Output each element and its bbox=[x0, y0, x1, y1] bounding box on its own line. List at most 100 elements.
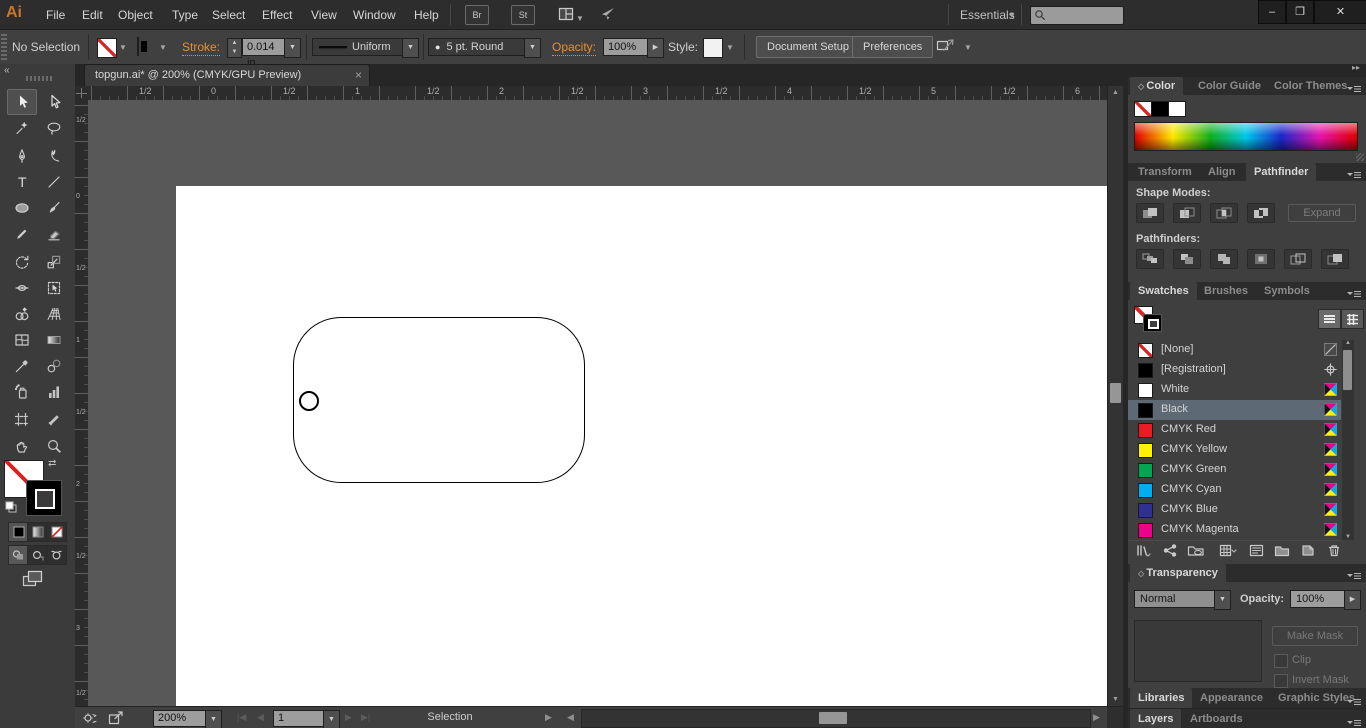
intersect-button[interactable] bbox=[1210, 203, 1238, 223]
invert-mask-checkbox[interactable] bbox=[1274, 674, 1288, 688]
toolbar-grip[interactable] bbox=[26, 76, 52, 81]
pencil-tool[interactable] bbox=[8, 222, 36, 246]
default-fill-stroke-icon[interactable] bbox=[5, 500, 17, 518]
bridge-button[interactable]: Br bbox=[465, 5, 489, 25]
panel-menu-icon[interactable] bbox=[1346, 715, 1362, 728]
blend-mode-dropdown[interactable]: Normal bbox=[1134, 590, 1218, 608]
swatch-row-cmyk-yellow[interactable]: CMYK Yellow bbox=[1128, 440, 1341, 461]
scroll-up-icon[interactable]: ▲ bbox=[1108, 86, 1123, 99]
stroke-weight-label[interactable]: Stroke: bbox=[182, 40, 220, 56]
close-button[interactable]: ✕ bbox=[1314, 0, 1366, 24]
rotate-tool[interactable] bbox=[8, 250, 36, 274]
gpu-performance-icon[interactable] bbox=[79, 709, 101, 726]
process-color-icon[interactable] bbox=[1324, 423, 1337, 441]
symbol-sprayer-tool[interactable] bbox=[8, 380, 36, 404]
selection-tool[interactable] bbox=[7, 89, 37, 115]
brush-caret[interactable]: ▼ bbox=[524, 38, 541, 58]
zoom-level-field[interactable]: 200% bbox=[153, 710, 207, 727]
swatch-row-black[interactable]: Black bbox=[1128, 400, 1341, 421]
menu-edit[interactable]: Edit bbox=[82, 8, 103, 22]
eraser-tool[interactable] bbox=[40, 222, 68, 246]
paintbrush-tool[interactable] bbox=[40, 196, 68, 220]
artboard[interactable] bbox=[176, 186, 1107, 706]
color-spectrum-bar[interactable] bbox=[1134, 122, 1358, 151]
eyedropper-tool[interactable] bbox=[8, 354, 36, 378]
opacity-caret[interactable]: ▶ bbox=[647, 38, 664, 58]
tab-color-themes[interactable]: Color Themes bbox=[1266, 77, 1355, 95]
direct-selection-tool[interactable] bbox=[40, 90, 68, 114]
delete-swatch-icon[interactable] bbox=[1322, 542, 1346, 558]
swatch-options-icon[interactable] bbox=[1244, 542, 1268, 558]
draw-normal-button[interactable] bbox=[8, 545, 29, 565]
zoom-tool[interactable] bbox=[40, 434, 68, 458]
horizontal-scroll-thumb[interactable] bbox=[819, 712, 847, 724]
add-to-library-icon[interactable] bbox=[1184, 542, 1208, 558]
ellipse-tool[interactable] bbox=[8, 196, 36, 220]
menu-file[interactable]: File bbox=[46, 8, 65, 22]
stroke-proxy-black[interactable] bbox=[26, 480, 62, 516]
menu-view[interactable]: View bbox=[311, 8, 337, 22]
line-segment-tool[interactable] bbox=[40, 170, 68, 194]
show-swatch-kinds-icon[interactable] bbox=[1158, 542, 1182, 558]
hscroll-right-icon[interactable]: ▶ bbox=[1093, 712, 1100, 723]
unite-button[interactable] bbox=[1136, 203, 1164, 223]
swatches-stroke-proxy[interactable] bbox=[1143, 314, 1162, 332]
pen-tool[interactable] bbox=[8, 144, 36, 168]
divide-button[interactable] bbox=[1136, 249, 1164, 269]
style-swatch[interactable] bbox=[703, 38, 723, 58]
process-color-icon[interactable] bbox=[1324, 383, 1337, 401]
vertical-ruler[interactable]: 1/2 0 1/2 1 1/2 2 1/2 3 1/2 bbox=[75, 100, 89, 706]
minus-back-button[interactable] bbox=[1321, 249, 1349, 269]
make-mask-button[interactable]: Make Mask bbox=[1272, 626, 1358, 646]
transparency-opacity-field[interactable]: 100% bbox=[1290, 590, 1348, 608]
hand-tool[interactable] bbox=[8, 434, 36, 458]
status-indicator[interactable]: Selection bbox=[365, 711, 535, 723]
panel-resize-grip[interactable] bbox=[1356, 153, 1364, 161]
perspective-grid-tool[interactable] bbox=[40, 302, 68, 326]
swatch-row-cmyk-green[interactable]: CMYK Green bbox=[1128, 460, 1341, 481]
panel-grip[interactable] bbox=[1, 34, 7, 60]
artboard-number-caret[interactable]: ▼ bbox=[323, 710, 340, 728]
stroke-weight-dropdown[interactable]: ▼ bbox=[284, 38, 301, 58]
tab-align[interactable]: Align bbox=[1200, 163, 1244, 181]
tab-pathfinder[interactable]: Pathfinder bbox=[1246, 163, 1316, 181]
grid-view-button[interactable] bbox=[1341, 309, 1364, 329]
stroke-color-swatch[interactable] bbox=[137, 37, 139, 56]
brush-dropdown[interactable]: ●5 pt. Round bbox=[428, 38, 526, 56]
gradient-mode-button[interactable] bbox=[27, 522, 48, 542]
select-similar-button[interactable] bbox=[936, 38, 956, 59]
free-transform-tool[interactable] bbox=[40, 276, 68, 300]
swatch-row-cmyk-magenta[interactable]: CMYK Magenta bbox=[1128, 520, 1341, 541]
search-input[interactable] bbox=[1030, 6, 1124, 25]
color-mode-button[interactable] bbox=[8, 522, 29, 542]
collapse-dock-icon[interactable]: ▸▸ bbox=[1352, 63, 1360, 72]
tab-symbols[interactable]: Symbols bbox=[1256, 282, 1318, 300]
registration-icon[interactable] bbox=[1324, 363, 1337, 381]
chevron-down-icon[interactable]: ▼ bbox=[964, 43, 972, 52]
tab-layers[interactable]: Layers bbox=[1130, 709, 1181, 728]
crop-button[interactable] bbox=[1247, 249, 1275, 269]
vertical-scrollbar[interactable]: ▲ ▼ bbox=[1107, 86, 1123, 706]
minimize-button[interactable]: – bbox=[1258, 0, 1286, 24]
previous-artboard-icon[interactable]: ◀ bbox=[257, 712, 264, 723]
process-color-icon[interactable] bbox=[1324, 463, 1337, 481]
draw-inside-button[interactable] bbox=[46, 545, 67, 565]
merge-button[interactable] bbox=[1210, 249, 1238, 269]
new-color-group-icon[interactable] bbox=[1270, 542, 1294, 558]
document-tab[interactable]: topgun.ai* @ 200% (CMYK/GPU Preview) × bbox=[84, 64, 370, 87]
artboard-tool[interactable] bbox=[8, 408, 36, 432]
tab-brushes[interactable]: Brushes bbox=[1196, 282, 1256, 300]
expand-button[interactable]: Expand bbox=[1288, 204, 1356, 222]
scroll-down-icon[interactable]: ▼ bbox=[1108, 693, 1123, 706]
curvature-tool[interactable] bbox=[40, 144, 68, 168]
artboard-number-field[interactable]: 1 bbox=[273, 710, 325, 727]
next-artboard-icon[interactable]: ▶ bbox=[345, 712, 352, 723]
lasso-tool[interactable] bbox=[40, 116, 68, 140]
menu-help[interactable]: Help bbox=[414, 8, 439, 22]
vertical-scroll-thumb[interactable] bbox=[1110, 383, 1121, 403]
scale-tool[interactable] bbox=[40, 250, 68, 274]
export-icon[interactable] bbox=[105, 709, 127, 726]
screen-mode-button[interactable] bbox=[22, 570, 44, 593]
menu-window[interactable]: Window bbox=[353, 8, 396, 22]
minus-front-button[interactable] bbox=[1173, 203, 1201, 223]
